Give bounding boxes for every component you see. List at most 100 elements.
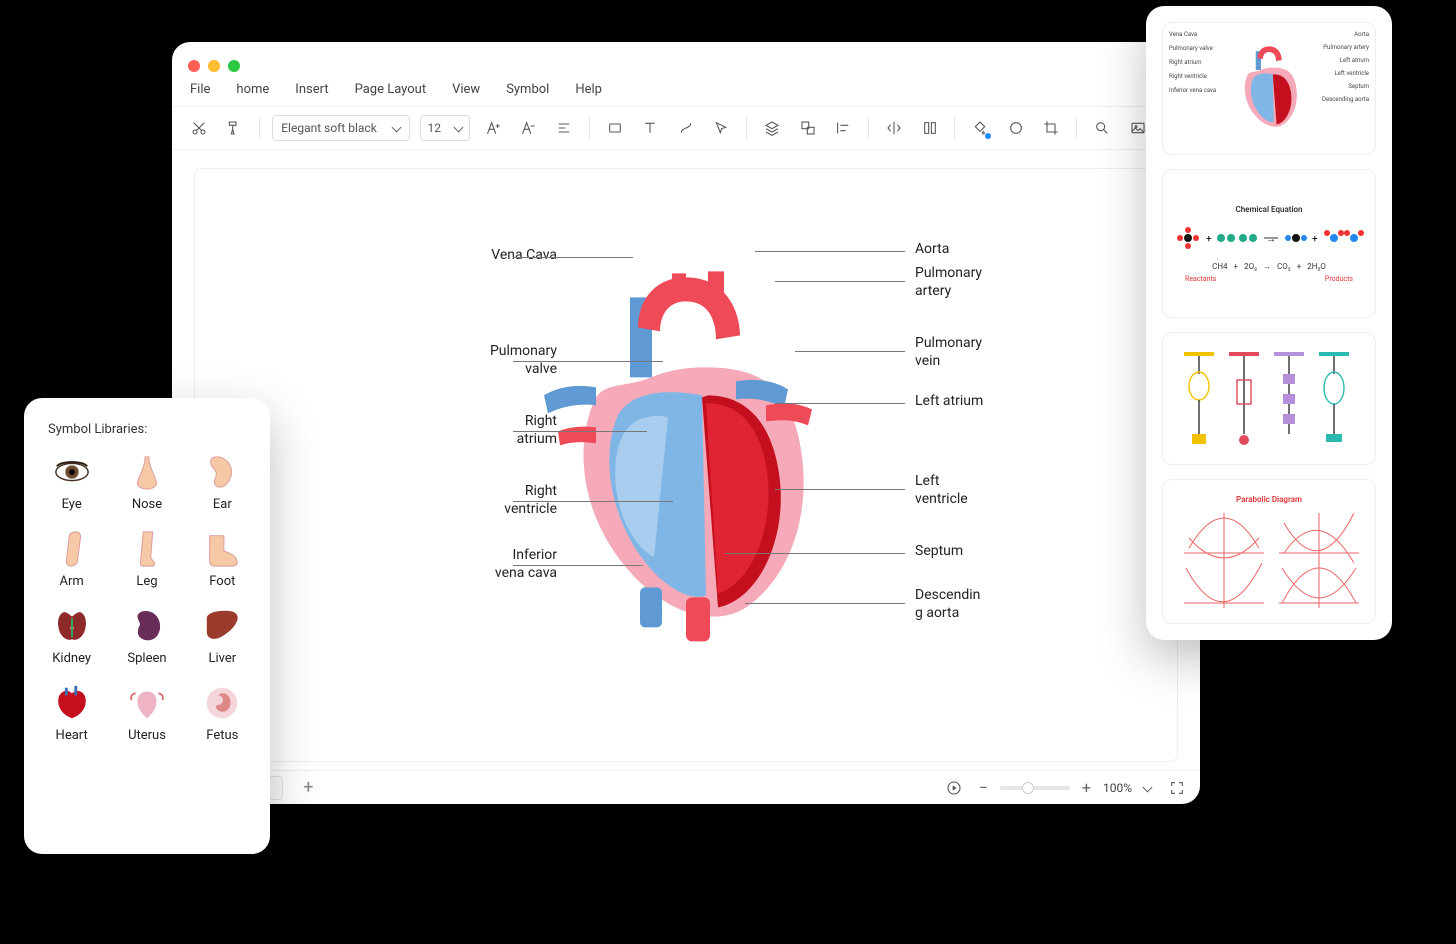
symbol-label: Foot — [209, 574, 235, 589]
leader-line — [513, 501, 673, 502]
eye-icon — [53, 453, 91, 491]
mini-label: Right atrium — [1169, 59, 1216, 66]
template-heart-diagram[interactable]: Vena Cava Pulmonary valve Right atrium R… — [1162, 22, 1376, 155]
symbol-nose[interactable]: Nose — [113, 453, 180, 512]
leader-line — [513, 431, 647, 432]
align-objects-icon[interactable] — [831, 115, 857, 141]
mini-label: Inferior vena cava — [1169, 87, 1216, 94]
label-pulmonary-vein: Pulmonary vein — [915, 335, 982, 370]
chevron-down-icon — [455, 124, 463, 132]
label-left-atrium: Left atrium — [915, 393, 983, 411]
text-align-icon[interactable] — [551, 115, 577, 141]
menu-insert[interactable]: Insert — [295, 82, 328, 97]
foot-icon — [203, 530, 241, 568]
layers-icon[interactable] — [759, 115, 785, 141]
leg-icon — [128, 530, 166, 568]
label-aorta: Aorta — [915, 241, 949, 259]
shape-style-icon[interactable] — [1003, 115, 1029, 141]
symbol-foot[interactable]: Foot — [189, 530, 256, 589]
eq-part: 2O₂ — [1244, 262, 1257, 271]
drawing-canvas[interactable]: Vena Cava Pulmonary valve Right atrium R… — [194, 168, 1178, 762]
minimize-window-icon[interactable] — [208, 60, 220, 72]
ear-icon — [203, 453, 241, 491]
menu-home[interactable]: home — [236, 82, 269, 97]
symbol-label: Uterus — [128, 728, 166, 743]
symbol-kidney[interactable]: Kidney — [38, 607, 105, 666]
symbol-spleen[interactable]: Spleen — [113, 607, 180, 666]
canvas-area: Vena Cava Pulmonary valve Right atrium R… — [172, 150, 1200, 770]
close-window-icon[interactable] — [188, 60, 200, 72]
eq-part: → — [1263, 262, 1271, 271]
search-icon[interactable] — [1089, 115, 1115, 141]
uterus-icon — [128, 684, 166, 722]
symbol-fetus[interactable]: Fetus — [189, 684, 256, 743]
symbol-leg[interactable]: Leg — [113, 530, 180, 589]
symbol-label: Arm — [60, 574, 84, 589]
menu-file[interactable]: File — [190, 82, 210, 97]
molecule-thumbnail-icon: + → + — [1174, 218, 1364, 258]
symbol-liver[interactable]: Liver — [189, 607, 256, 666]
decrease-font-icon[interactable] — [516, 115, 542, 141]
mini-label: Descending aorta — [1322, 96, 1369, 103]
reactants-label: Reactants — [1185, 275, 1216, 283]
format-painter-icon[interactable] — [222, 115, 248, 141]
symbol-eye[interactable]: Eye — [38, 453, 105, 512]
menu-help[interactable]: Help — [575, 82, 602, 97]
zoom-out-button[interactable]: − — [979, 778, 988, 797]
maximize-window-icon[interactable] — [228, 60, 240, 72]
window-titlebar — [172, 42, 1200, 72]
mini-label: Septum — [1322, 83, 1369, 90]
page-tab-bar: Page-1 + − + 100% — [172, 770, 1200, 804]
symbol-panel-title: Symbol Libraries: — [48, 422, 256, 437]
label-descending-aorta: Descendin g aorta — [915, 587, 980, 622]
fill-color-icon[interactable] — [967, 115, 993, 141]
crop-icon[interactable] — [1039, 115, 1065, 141]
symbol-arm[interactable]: Arm — [38, 530, 105, 589]
zoom-in-button[interactable]: + — [1082, 778, 1091, 797]
fullscreen-icon[interactable] — [1164, 775, 1190, 801]
menu-symbol[interactable]: Symbol — [506, 82, 549, 97]
flip-horizontal-icon[interactable] — [881, 115, 907, 141]
symbol-label: Leg — [136, 574, 157, 589]
symbol-label: Ear — [213, 497, 232, 512]
menu-view[interactable]: View — [452, 82, 480, 97]
cut-icon[interactable] — [186, 115, 212, 141]
font-size-selector[interactable]: 12 — [420, 115, 469, 141]
chevron-down-icon — [393, 124, 401, 132]
eq-part: + — [1297, 262, 1302, 271]
liver-icon — [203, 607, 241, 645]
menu-page-layout[interactable]: Page Layout — [355, 82, 427, 97]
group-icon[interactable] — [795, 115, 821, 141]
mini-label: Pulmonary valve — [1169, 45, 1216, 52]
symbol-library-panel: Symbol Libraries: Eye Nose Ear Arm Leg F… — [24, 398, 270, 854]
app-window: File home Insert Page Layout View Symbol… — [172, 42, 1200, 804]
presentation-icon[interactable] — [941, 775, 967, 801]
distribute-icon[interactable] — [917, 115, 943, 141]
arm-icon — [53, 530, 91, 568]
eq-part: 2H₂O — [1307, 262, 1326, 271]
zoom-slider[interactable] — [1000, 786, 1070, 790]
text-tool-icon[interactable] — [637, 115, 663, 141]
symbol-uterus[interactable]: Uterus — [113, 684, 180, 743]
pointer-tool-icon[interactable] — [709, 115, 735, 141]
add-page-button[interactable]: + — [297, 777, 319, 798]
chevron-down-icon — [1144, 784, 1152, 792]
font-selector[interactable]: Elegant soft black — [272, 115, 410, 141]
template-chemical-equation[interactable]: Chemical Equation + → + CH4 + 2O₂ → CO₂ … — [1162, 169, 1376, 318]
increase-font-icon[interactable] — [480, 115, 506, 141]
leader-line — [725, 553, 905, 554]
template-parabolic-diagram[interactable]: Parabolic Diagram — [1162, 479, 1376, 624]
shape-rect-icon[interactable] — [602, 115, 628, 141]
symbol-heart[interactable]: Heart — [38, 684, 105, 743]
label-left-ventricle: Left ventricle — [915, 473, 968, 508]
symbol-label: Heart — [56, 728, 88, 743]
symbol-label: Liver — [208, 651, 236, 666]
zoom-value[interactable]: 100% — [1103, 781, 1132, 795]
symbol-ear[interactable]: Ear — [189, 453, 256, 512]
symbol-label: Spleen — [127, 651, 166, 666]
connector-tool-icon[interactable] — [673, 115, 699, 141]
mini-label: Left atrium — [1322, 57, 1369, 64]
template-mechanics[interactable] — [1162, 332, 1376, 465]
eq-part: + — [1234, 262, 1239, 271]
label-septum: Septum — [915, 543, 963, 561]
